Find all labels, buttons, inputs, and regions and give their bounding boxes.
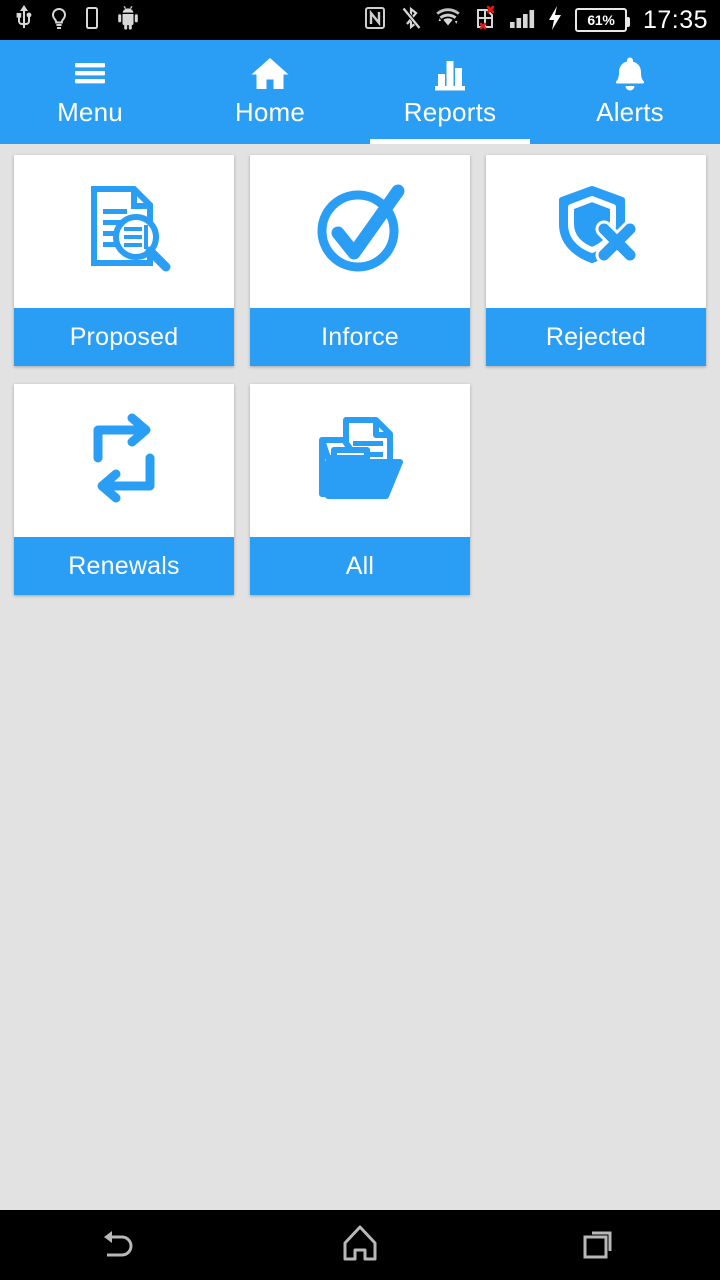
shield-x-icon — [542, 175, 650, 288]
tab-reports[interactable]: Reports — [360, 40, 540, 144]
bluetooth-off-icon — [399, 5, 423, 36]
tab-home[interactable]: Home — [180, 40, 360, 144]
card-thumbnail — [250, 155, 470, 308]
tab-reports-label: Reports — [403, 97, 497, 127]
report-card-rejected[interactable]: Rejected — [486, 155, 706, 366]
wifi-icon — [435, 5, 461, 36]
recents-button[interactable] — [540, 1210, 660, 1280]
report-card-inforce[interactable]: Inforce — [250, 155, 470, 366]
battery-icon: 61% — [574, 8, 630, 32]
sim-error-icon — [473, 5, 497, 36]
android-nav-bar — [0, 1210, 720, 1280]
battery-percent-label: 61% — [587, 12, 615, 28]
nfc-icon — [363, 5, 387, 36]
card-label: Rejected — [486, 308, 706, 366]
status-bar: 61% 17:35 — [0, 0, 720, 40]
check-circle-icon — [306, 175, 414, 288]
home-button[interactable] — [300, 1210, 420, 1280]
signal-bars-icon — [509, 5, 535, 36]
tab-alerts[interactable]: Alerts — [540, 40, 720, 144]
card-thumbnail — [250, 384, 470, 537]
report-card-renewals[interactable]: Renewals — [14, 384, 234, 595]
recents-squares-icon — [578, 1222, 622, 1269]
card-thumbnail — [14, 155, 234, 308]
active-tab-indicator — [370, 139, 530, 144]
lightbulb-icon — [50, 5, 68, 36]
document-search-icon — [70, 175, 178, 288]
back-button[interactable] — [60, 1210, 180, 1280]
report-card-all[interactable]: All — [250, 384, 470, 595]
card-label: All — [250, 537, 470, 595]
report-card-grid: Proposed Inforce Rejected Renewals All — [14, 155, 706, 613]
card-thumbnail — [486, 155, 706, 308]
report-card-proposed[interactable]: Proposed — [14, 155, 234, 366]
card-label: Inforce — [250, 308, 470, 366]
android-robot-icon — [116, 5, 140, 36]
tab-home-label: Home — [234, 97, 306, 127]
tab-alerts-label: Alerts — [596, 97, 664, 127]
card-label: Renewals — [14, 537, 234, 595]
status-bar-clock: 17:35 — [642, 5, 708, 34]
card-label: Proposed — [14, 308, 234, 366]
home-outline-icon — [338, 1222, 382, 1269]
status-bar-left-icons — [0, 4, 140, 36]
status-bar-right-icons: 61% 17:35 — [363, 5, 720, 36]
top-tab-bar: Menu Home Reports Alerts — [0, 40, 720, 144]
bar-chart-icon — [428, 54, 472, 94]
tab-menu-label: Menu — [57, 97, 123, 127]
tab-menu[interactable]: Menu — [0, 40, 180, 144]
charging-bolt-icon — [547, 5, 563, 36]
app-screen: 61% 17:35 Menu Home Reports Alerts Propo… — [0, 0, 720, 1280]
sim-card-icon — [84, 5, 100, 36]
bell-icon — [610, 54, 650, 94]
home-icon — [248, 54, 292, 94]
folder-document-icon — [306, 404, 414, 517]
hamburger-menu-icon — [67, 54, 113, 94]
repeat-arrows-icon — [70, 404, 178, 517]
card-thumbnail — [14, 384, 234, 537]
usb-icon — [14, 4, 34, 36]
back-arrow-icon — [97, 1223, 143, 1268]
